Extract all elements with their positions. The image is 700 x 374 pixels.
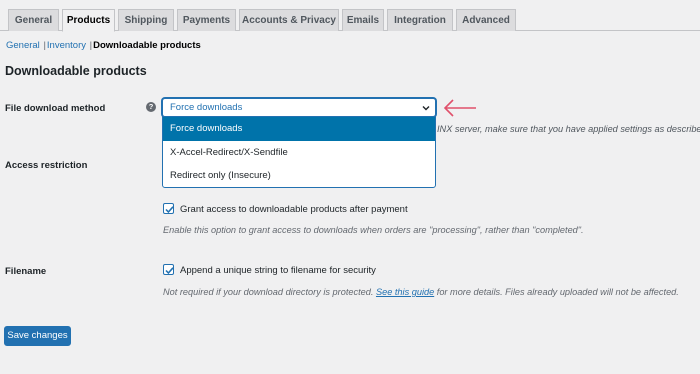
tab-accounts-privacy[interactable]: Accounts & Privacy [239,9,339,31]
option-force-downloads[interactable]: Force downloads [163,117,435,141]
file-download-method-options: Force downloads X-Accel-Redirect/X-Sendf… [162,116,436,188]
left-arrow-icon [443,99,476,117]
section-title: Downloadable products [5,64,147,78]
section-subnav: General |Inventory |Downloadable product… [6,40,201,51]
append-string-label: Append a unique string to filename for s… [180,265,376,276]
tab-shipping[interactable]: Shipping [118,9,174,31]
checkmark-icon [165,267,174,275]
subnav-inventory-link[interactable]: Inventory [47,40,86,51]
filename-label: Filename [5,266,47,277]
file-download-method-description: INX server, make sure that you have appl… [437,124,700,134]
access-restriction-label: Access restriction [5,160,88,171]
option-x-accel-redirect[interactable]: X-Accel-Redirect/X-Sendfile [163,141,435,165]
grant-access-label: Grant access to downloadable products af… [180,204,408,215]
tab-products[interactable]: Products [62,9,115,32]
tab-payments[interactable]: Payments [177,9,236,31]
question-circle-icon[interactable]: ? [146,102,156,112]
tab-integration[interactable]: Integration [387,9,453,31]
filename-description-text: Not required if your download directory … [163,287,374,297]
subnav-separator: | [89,40,93,51]
option-redirect-only[interactable]: Redirect only (Insecure) [163,164,435,188]
filename-description: Not required if your download directory … [163,287,679,297]
checkmark-icon [165,206,174,214]
subnav-current: Downloadable products [93,40,201,51]
tab-emails[interactable]: Emails [342,9,384,31]
tab-general[interactable]: General [8,9,59,31]
chevron-down-icon [422,106,430,111]
subnav-general-link[interactable]: General [6,40,40,51]
subnav-separator: | [43,40,46,51]
settings-tabs: General Products Shipping Payments Accou… [0,0,700,32]
grant-access-description: Enable this option to grant access to do… [163,225,584,235]
file-download-method-select[interactable]: Force downloads [162,98,436,117]
save-changes-button[interactable]: Save changes [4,326,71,346]
filename-description-text-after: for more details. Files already uploaded… [436,287,679,297]
file-download-method-label: File download method [5,103,106,114]
tab-advanced[interactable]: Advanced [456,9,516,31]
grant-access-checkbox[interactable] [163,203,174,214]
select-value: Force downloads [170,102,243,113]
see-this-guide-link[interactable]: See this guide [376,287,434,297]
append-string-checkbox[interactable] [163,264,174,275]
